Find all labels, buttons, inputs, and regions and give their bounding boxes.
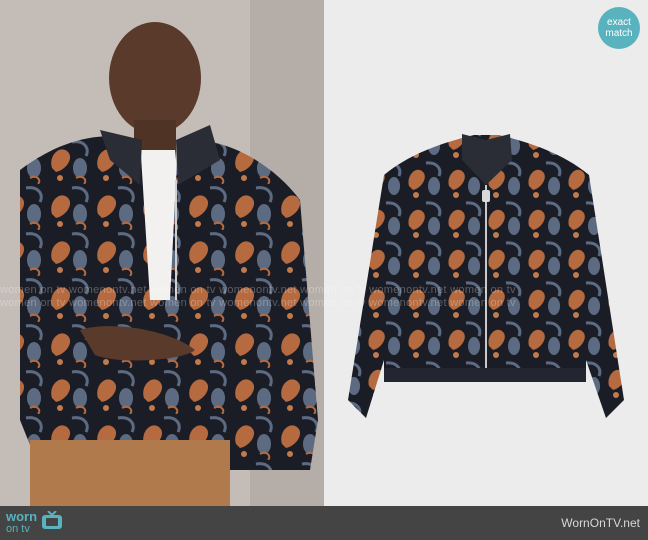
site-logo[interactable]: worn on tv [6, 509, 63, 536]
product-photo-illustration [324, 0, 648, 506]
logo-wordmark: worn on tv [6, 509, 38, 535]
badge-line2: match [605, 28, 633, 39]
tv-icon [41, 509, 63, 536]
logo-top-text: worn [6, 509, 38, 524]
logo-bottom-text: on tv [6, 523, 30, 535]
page: women on tv womenontv.net women on tv wo… [0, 0, 648, 540]
product-photo [324, 0, 648, 506]
site-url[interactable]: WornOnTV.net [561, 516, 640, 530]
exact-match-badge: exact match [598, 7, 640, 49]
celebrity-photo-illustration [0, 0, 324, 506]
footer-bar: worn on tv WornOnTV.net [0, 506, 648, 540]
badge-line1: exact [607, 17, 631, 28]
celebrity-photo [0, 0, 324, 506]
